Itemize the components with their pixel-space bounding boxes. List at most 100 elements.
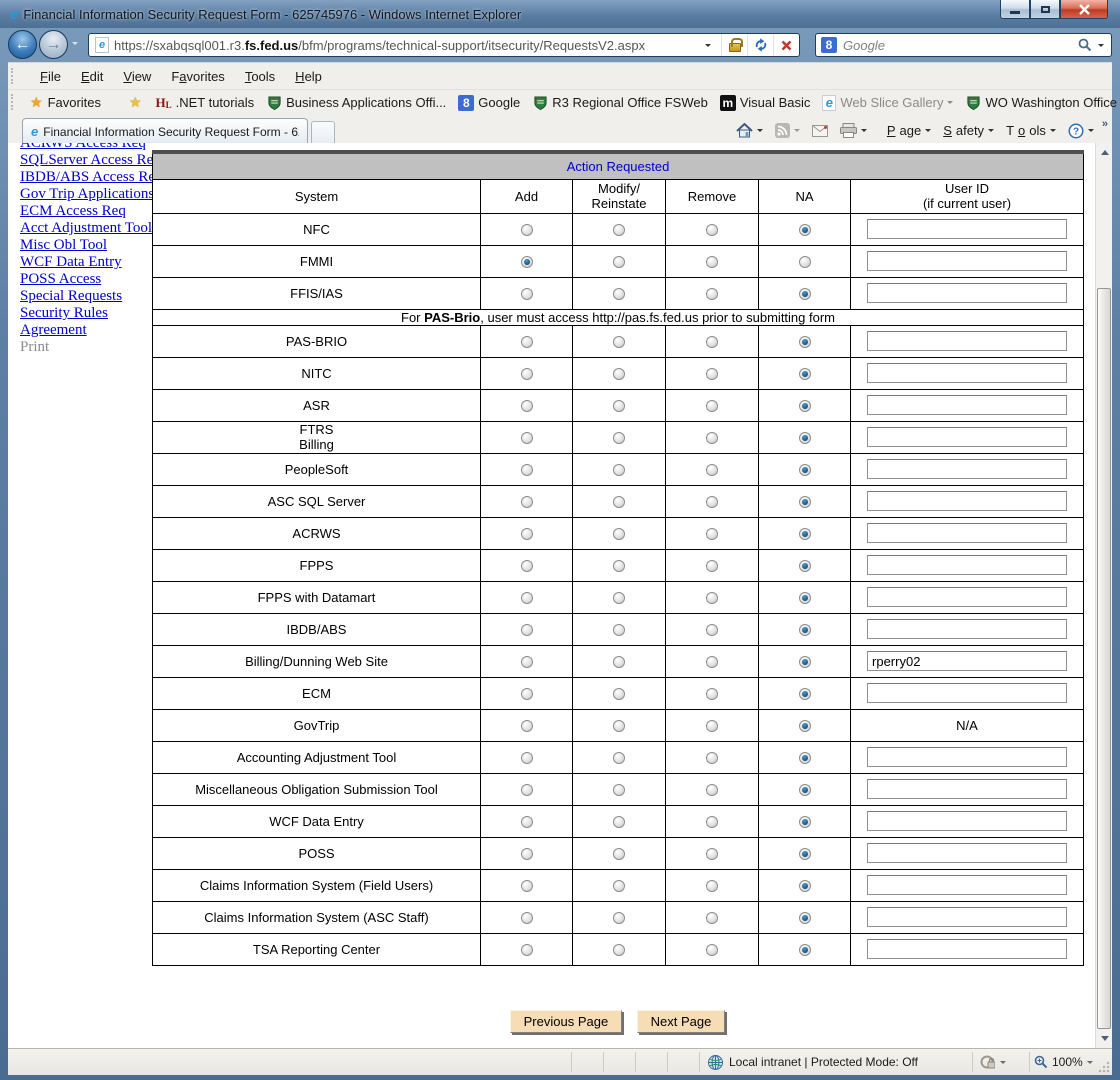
user-id-input-ibdb-abs[interactable] (867, 619, 1067, 639)
radio-add-govtrip[interactable] (521, 720, 533, 732)
radio-na-asr[interactable] (799, 400, 811, 412)
user-id-input-claims-information-system-field-users[interactable] (867, 875, 1067, 895)
radio-modify-miscellaneous-obligation-submission-tool[interactable] (613, 784, 625, 796)
radio-add-billing-dunning-web-site[interactable] (521, 656, 533, 668)
feeds-dropdown-icon[interactable] (794, 129, 800, 132)
radio-remove-ftrs-billing[interactable] (706, 432, 718, 444)
home-button[interactable] (732, 121, 767, 140)
radio-modify-pas-brio[interactable] (613, 336, 625, 348)
feeds-button[interactable] (771, 121, 804, 140)
radio-na-ftrs-billing[interactable] (799, 432, 811, 444)
radio-add-asc-sql-server[interactable] (521, 496, 533, 508)
user-id-input-tsa-reporting-center[interactable] (867, 939, 1067, 959)
user-id-input-miscellaneous-obligation-submission-tool[interactable] (867, 779, 1067, 799)
menu-help[interactable]: Help (285, 66, 332, 87)
command-tools[interactable]: Tools (1002, 121, 1060, 140)
radio-na-nitc[interactable] (799, 368, 811, 380)
radio-add-acrws[interactable] (521, 528, 533, 540)
radio-remove-claims-information-system-field-users[interactable] (706, 880, 718, 892)
user-id-input-peoplesoft[interactable] (867, 459, 1067, 479)
radio-remove-fmmi[interactable] (706, 256, 718, 268)
search-magnifier-icon[interactable] (1078, 38, 1092, 52)
radio-add-nitc[interactable] (521, 368, 533, 380)
menu-view[interactable]: View (113, 66, 161, 87)
radio-na-tsa-reporting-center[interactable] (799, 944, 811, 956)
radio-na-nfc[interactable] (799, 224, 811, 236)
radio-na-ecm[interactable] (799, 688, 811, 700)
radio-na-pas-brio[interactable] (799, 336, 811, 348)
radio-na-claims-information-system-field-users[interactable] (799, 880, 811, 892)
user-id-input-nfc[interactable] (867, 219, 1067, 239)
radio-na-peoplesoft[interactable] (799, 464, 811, 476)
command-page[interactable]: Page (883, 121, 935, 140)
radio-remove-miscellaneous-obligation-submission-tool[interactable] (706, 784, 718, 796)
maximize-button[interactable] (1030, 0, 1060, 19)
radio-modify-fpps-with-datamart[interactable] (613, 592, 625, 604)
favorite-link-business-applications-offi[interactable]: Business Applications Offi... (260, 93, 452, 113)
radio-remove-peoplesoft[interactable] (706, 464, 718, 476)
radio-add-ffis-ias[interactable] (521, 288, 533, 300)
user-id-input-ftrs-billing[interactable] (867, 427, 1067, 447)
user-id-input-acrws[interactable] (867, 523, 1067, 543)
radio-modify-ecm[interactable] (613, 688, 625, 700)
next-page-button[interactable]: Next Page (637, 1010, 726, 1033)
vertical-scrollbar[interactable] (1095, 143, 1112, 1048)
user-id-input-asr[interactable] (867, 395, 1067, 415)
radio-add-peoplesoft[interactable] (521, 464, 533, 476)
radio-na-fmmi[interactable] (799, 256, 811, 268)
radio-modify-fpps[interactable] (613, 560, 625, 572)
zone-dropdown-icon[interactable] (1000, 1061, 1006, 1064)
radio-na-accounting-adjustment-tool[interactable] (799, 752, 811, 764)
forward-button[interactable]: → (39, 30, 68, 59)
radio-add-nfc[interactable] (521, 224, 533, 236)
close-button[interactable] (1060, 0, 1108, 19)
menu-file[interactable]: File (30, 66, 71, 87)
sidebar-link-ibdb-abs-access-req[interactable]: IBDB/ABS Access Req (20, 169, 163, 185)
radio-modify-acrws[interactable] (613, 528, 625, 540)
sidebar-link-special-requests[interactable]: Special Requests (20, 288, 122, 304)
radio-modify-nfc[interactable] (613, 224, 625, 236)
radio-na-billing-dunning-web-site[interactable] (799, 656, 811, 668)
add-favorite-button[interactable]: ★ (121, 92, 150, 113)
radio-add-ftrs-billing[interactable] (521, 432, 533, 444)
sidebar-link-acrws-access-req[interactable]: ACRWS Access Req (20, 143, 146, 151)
radio-add-asr[interactable] (521, 400, 533, 412)
zoom-dropdown-icon[interactable] (1087, 1061, 1093, 1064)
radio-remove-poss[interactable] (706, 848, 718, 860)
protected-mode-pane[interactable] (980, 1049, 1006, 1075)
radio-add-tsa-reporting-center[interactable] (521, 944, 533, 956)
radio-remove-acrws[interactable] (706, 528, 718, 540)
user-id-input-fpps[interactable] (867, 555, 1067, 575)
scroll-up-button[interactable] (1096, 144, 1112, 161)
sidebar-link-sqlserver-access-req[interactable]: SQLServer Access Req (20, 152, 161, 168)
radio-na-ffis-ias[interactable] (799, 288, 811, 300)
radio-na-poss[interactable] (799, 848, 811, 860)
radio-modify-claims-information-system-field-users[interactable] (613, 880, 625, 892)
new-tab-button[interactable] (311, 121, 335, 144)
radio-remove-billing-dunning-web-site[interactable] (706, 656, 718, 668)
help-dropdown-icon[interactable] (1088, 129, 1094, 132)
command-safety[interactable]: Safety (939, 121, 998, 140)
radio-na-govtrip[interactable] (799, 720, 811, 732)
radio-add-claims-information-system-field-users[interactable] (521, 880, 533, 892)
radio-na-fpps[interactable] (799, 560, 811, 572)
radio-modify-ftrs-billing[interactable] (613, 432, 625, 444)
radio-remove-fpps-with-datamart[interactable] (706, 592, 718, 604)
favorite-link-visual-basic[interactable]: mVisual Basic (714, 93, 817, 113)
radio-add-claims-information-system-asc-staff[interactable] (521, 912, 533, 924)
radio-modify-govtrip[interactable] (613, 720, 625, 732)
radio-remove-accounting-adjustment-tool[interactable] (706, 752, 718, 764)
refresh-button[interactable] (747, 34, 773, 56)
help-button[interactable]: ? (1064, 121, 1098, 141)
radio-na-miscellaneous-obligation-submission-tool[interactable] (799, 784, 811, 796)
radio-modify-billing-dunning-web-site[interactable] (613, 656, 625, 668)
radio-modify-tsa-reporting-center[interactable] (613, 944, 625, 956)
menu-edit[interactable]: Edit (71, 66, 113, 87)
scrollbar-thumb[interactable] (1097, 288, 1111, 1029)
radio-remove-pas-brio[interactable] (706, 336, 718, 348)
tab-active[interactable]: e Financial Information Security Request… (22, 118, 308, 144)
radio-na-fpps-with-datamart[interactable] (799, 592, 811, 604)
user-id-input-ffis-ias[interactable] (867, 283, 1067, 303)
user-id-input-accounting-adjustment-tool[interactable] (867, 747, 1067, 767)
user-id-input-claims-information-system-asc-staff[interactable] (867, 907, 1067, 927)
